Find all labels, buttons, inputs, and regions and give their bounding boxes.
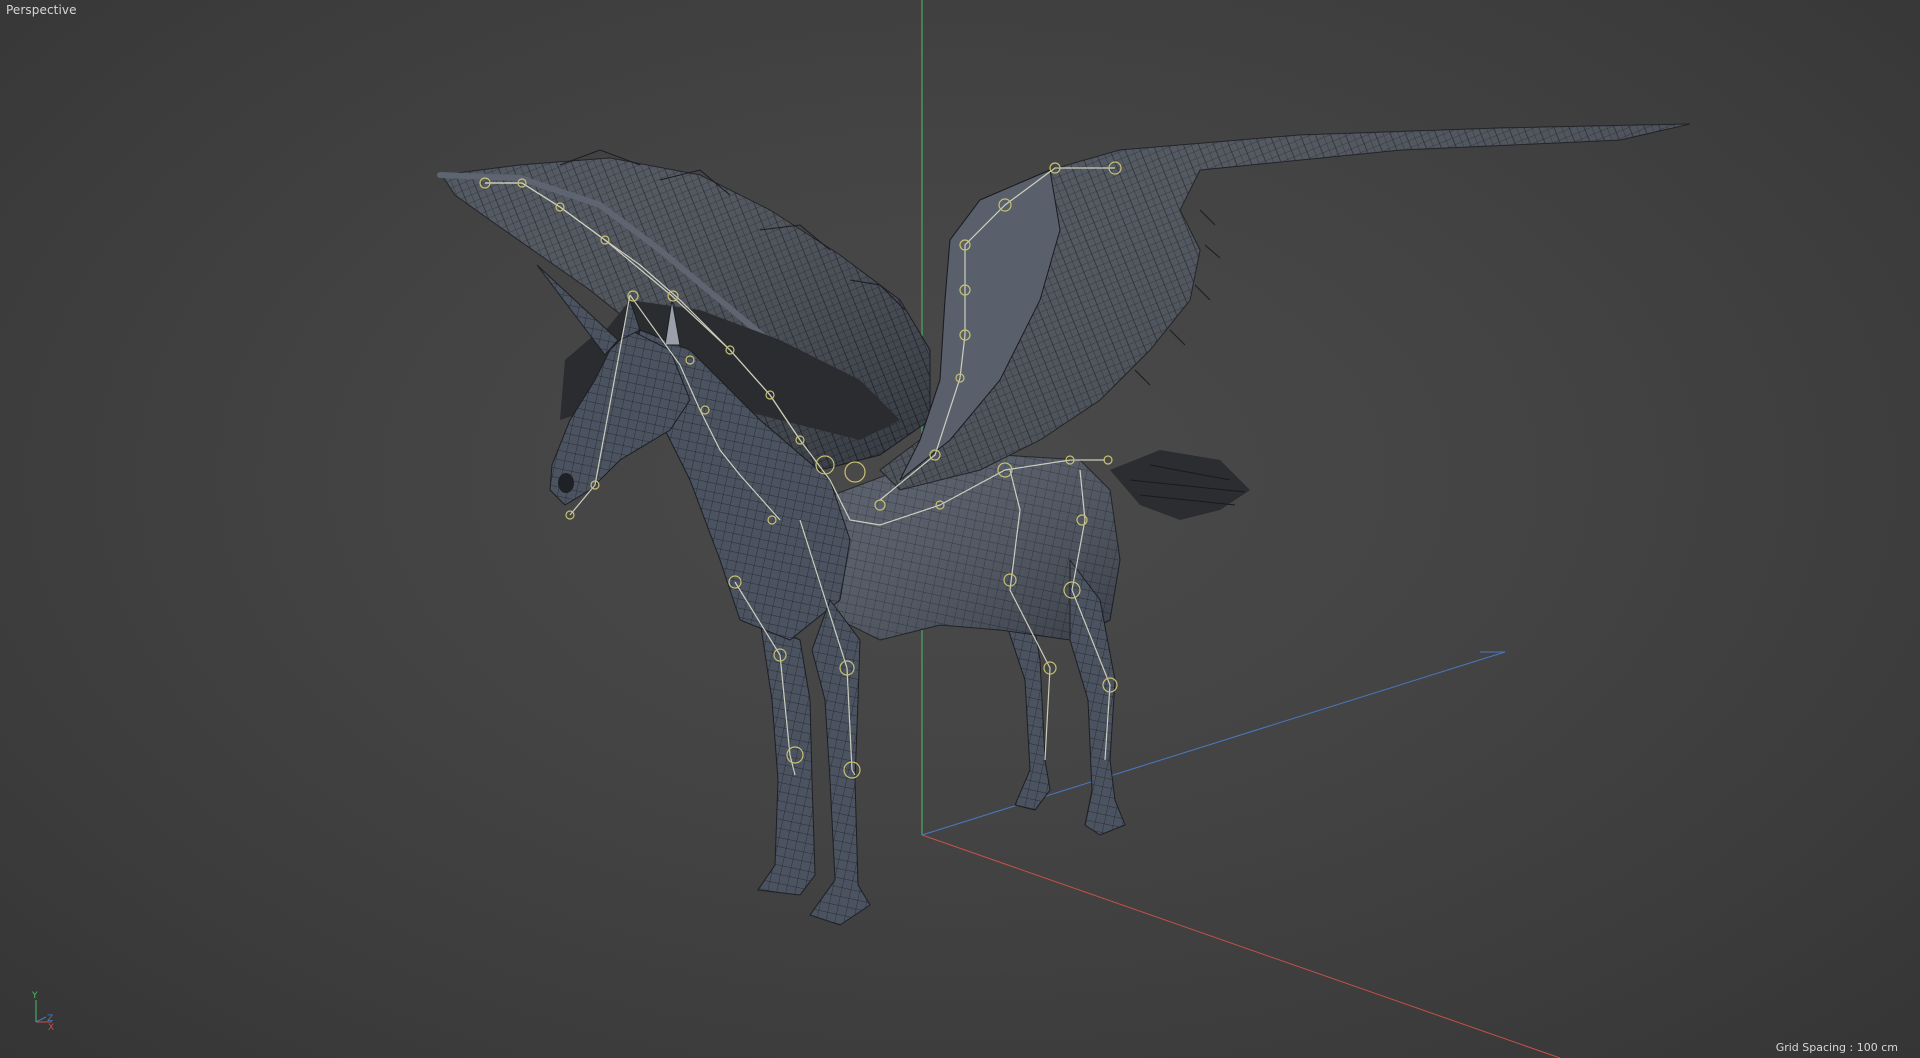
axis-gizmo-y-label: Y xyxy=(31,991,38,1001)
view-name-label[interactable]: Perspective xyxy=(6,3,77,17)
x-axis-line xyxy=(921,834,1561,1058)
xyz-axis-icon: Y Z X xyxy=(31,991,54,1030)
right-wing-mesh[interactable] xyxy=(879,123,1691,491)
3d-viewport[interactable]: Perspective Y Z X Grid Spacing : 100 cm xyxy=(0,0,1920,1058)
grid-spacing-label: Grid Spacing : 100 cm xyxy=(1775,1041,1898,1054)
scene-render[interactable] xyxy=(0,0,1920,1058)
tail-hair xyxy=(1110,450,1250,520)
z-axis-line xyxy=(921,651,1506,836)
axis-gizmo-x-label: X xyxy=(48,1023,54,1030)
